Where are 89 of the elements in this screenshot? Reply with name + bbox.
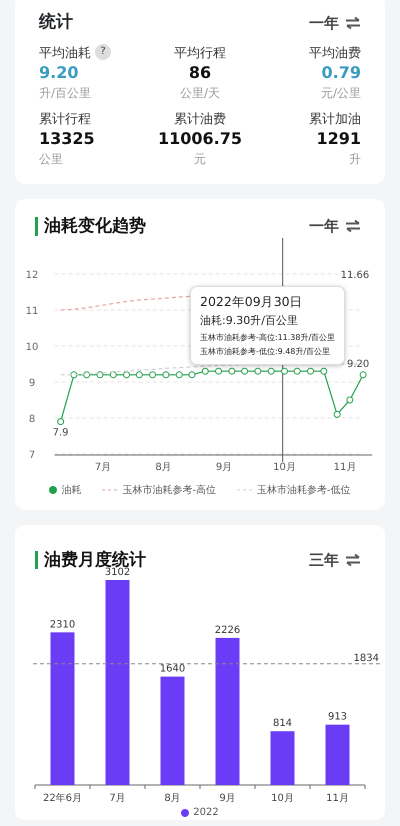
- stat-label: 平均油费: [308, 46, 361, 60]
- data-label: 2226: [214, 624, 240, 636]
- data-point: [136, 370, 143, 378]
- axis-label: 9月: [219, 793, 236, 804]
- stat-unit: 元/公里: [320, 84, 361, 102]
- tooltip-text: 玉林市油耗参考-高位:11.38升/百公里: [200, 332, 336, 344]
- data-point: [346, 396, 354, 404]
- data-point: [96, 370, 104, 378]
- swap-icon: [345, 552, 361, 567]
- data-point: [215, 367, 222, 374]
- data-label: 2310: [50, 619, 76, 630]
- axis-label: 7月: [109, 793, 126, 804]
- axis-label: 10月: [271, 793, 294, 804]
- stat-value: 13325: [39, 129, 96, 150]
- data-point: [110, 370, 117, 378]
- data-point: [360, 370, 367, 378]
- axis-label: 11月: [326, 793, 349, 804]
- bar: [326, 724, 350, 786]
- swap-icon: [345, 16, 361, 30]
- data-point: [254, 367, 262, 374]
- axis-label: 22年6月: [42, 793, 82, 804]
- data-point: [281, 367, 288, 374]
- data-point: [70, 370, 78, 378]
- data-point: [83, 370, 90, 378]
- data-label: 3102: [104, 567, 130, 578]
- period-button[interactable]: 三年: [309, 548, 361, 572]
- data-label: 7.9: [52, 427, 69, 438]
- data-point: [320, 367, 328, 374]
- axis-label: 7: [28, 450, 36, 461]
- legend-label: 玉林市油耗参考-低位: [256, 484, 351, 498]
- tooltip-text: 玉林市油耗参考-低位:9.48升/百公里: [200, 346, 332, 358]
- swap-icon: [345, 219, 361, 234]
- stat-unit: 升: [348, 151, 361, 168]
- data-point: [162, 370, 170, 378]
- data-point: [334, 410, 341, 418]
- axis-label: 8月: [155, 462, 172, 473]
- axis-label: 9: [28, 378, 36, 389]
- axis-label: 11: [26, 306, 38, 317]
- stat-unit: 公里: [39, 151, 64, 168]
- legend-line: [236, 488, 253, 492]
- stat-unit: 元: [192, 151, 207, 168]
- stat-value: 11006.75: [156, 129, 243, 150]
- stat-label: 平均油耗: [39, 46, 91, 60]
- axis-label: 8: [28, 414, 36, 425]
- stat-value: 86: [188, 63, 212, 84]
- help-icon: ?: [95, 44, 111, 60]
- data-label: 1640: [160, 664, 186, 675]
- tooltip-text: 油耗:9.30升/百公里: [200, 313, 299, 330]
- stat-value: 9.20: [39, 63, 80, 84]
- data-point: [176, 370, 183, 378]
- data-point: [268, 367, 275, 374]
- axis-label: 10月: [273, 462, 296, 473]
- data-point: [307, 367, 314, 374]
- data-label: 9.20: [346, 358, 370, 370]
- data-point: [188, 370, 196, 378]
- average-label: 1834: [354, 652, 379, 664]
- period-button[interactable]: 一年: [309, 215, 361, 238]
- stat-unit: 公里/天: [178, 84, 222, 102]
- bar: [270, 731, 294, 786]
- data-label: 11.66: [340, 270, 370, 281]
- data-point: [149, 370, 156, 378]
- data-label: 814: [272, 718, 292, 730]
- tooltip-date: 2022年09月30日: [200, 292, 304, 311]
- legend-label: 玉林市油耗参考-高位: [122, 484, 216, 498]
- data-point: [294, 367, 301, 374]
- period-button[interactable]: 一年: [309, 12, 361, 34]
- axis-label: 12: [26, 270, 38, 281]
- axis-label: 10: [26, 342, 38, 353]
- stat-value: 1291: [315, 129, 361, 150]
- data-point: [228, 367, 236, 374]
- stat-label: 累计行程: [39, 112, 91, 127]
- legend-line: [102, 488, 118, 492]
- legend-label: 2022: [193, 806, 219, 820]
- stat-label: 平均行程: [174, 46, 226, 60]
- stat-unit: 升/百公里: [39, 84, 92, 102]
- data-point: [57, 418, 64, 425]
- axis-label: 8月: [164, 793, 181, 804]
- stat-value: 0.79: [320, 63, 361, 84]
- axis-label: 9月: [216, 462, 232, 473]
- section-title: 油耗变化趋势: [35, 217, 146, 236]
- legend-label: 油耗: [61, 484, 82, 498]
- data-point: [202, 367, 209, 374]
- data-point: [241, 367, 248, 374]
- axis-label: 7月: [94, 462, 112, 473]
- data-label: 913: [328, 712, 348, 723]
- axis-label: 11月: [334, 462, 356, 473]
- stat-label: 累计加油: [308, 112, 361, 127]
- stat-label: 累计油费: [174, 112, 226, 127]
- section-title: 统计: [39, 11, 73, 34]
